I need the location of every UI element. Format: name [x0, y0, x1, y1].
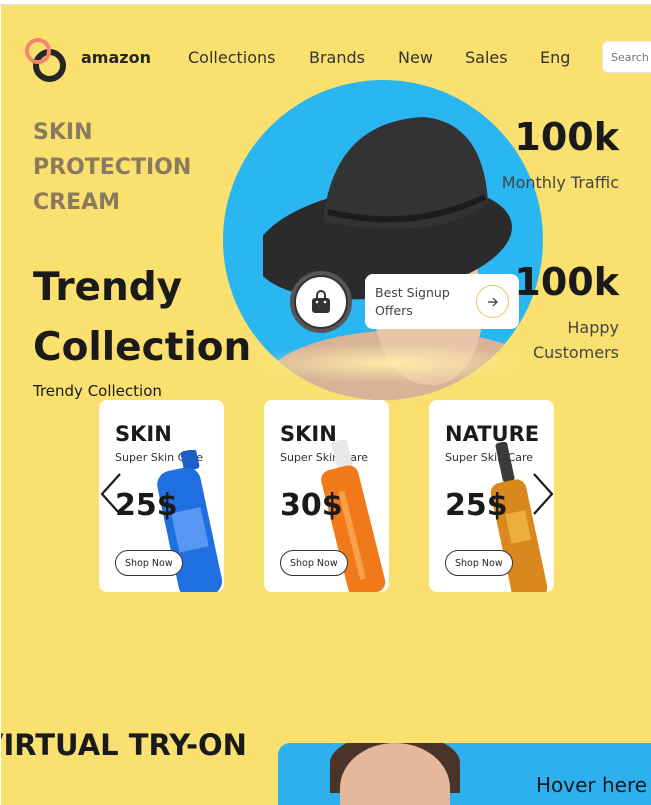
stat-monthly-traffic-value: 100k	[514, 115, 619, 159]
cart-button[interactable]	[290, 271, 352, 333]
stat-monthly-traffic-label: Monthly Traffic	[501, 173, 619, 192]
signup-offer-text: Best Signup Offers	[375, 285, 450, 318]
nav-language[interactable]: Eng	[540, 48, 570, 67]
signup-offer-card[interactable]: Best Signup Offers	[365, 274, 519, 329]
nav-sales[interactable]: Sales	[465, 48, 508, 67]
shopping-bag-icon	[312, 290, 330, 313]
landing-page: amazon Collections Brands New Sales Eng …	[1, 5, 651, 805]
product-card[interactable]: SKIN Super Skin Care 30$ Shop Now	[264, 400, 389, 592]
shop-now-button[interactable]: Shop Now	[445, 550, 513, 576]
product-price: 30$	[280, 488, 343, 523]
hero-glow	[249, 343, 529, 383]
nav-new[interactable]: New	[398, 48, 433, 67]
hero-subtitle: Trendy Collection	[33, 382, 162, 400]
product-card[interactable]: NATURE Super Skin Care 25$ Shop Now	[429, 400, 554, 592]
stat-happy-customers-label: Happy Customers	[532, 318, 619, 362]
product-price: 25$	[115, 488, 178, 523]
shop-now-button[interactable]: Shop Now	[280, 550, 348, 576]
hover-hint: Hover here	[536, 773, 648, 797]
virtual-tryon-title: VIRTUAL TRY-ON	[1, 728, 247, 762]
product-price: 25$	[445, 488, 508, 523]
brand-name[interactable]: amazon	[81, 48, 151, 67]
search-input[interactable]	[602, 41, 651, 73]
cart-button-inner	[296, 277, 346, 327]
nav-collections[interactable]: Collections	[188, 48, 275, 67]
offer-arrow-button[interactable]	[476, 285, 509, 318]
model-hat	[263, 117, 512, 300]
product-card[interactable]: SKIN Super Skin Care 25$ Shop Now	[99, 400, 224, 592]
nav-brands[interactable]: Brands	[309, 48, 365, 67]
hero-tagline: SKIN PROTECTION CREAM	[33, 120, 192, 215]
logo[interactable]	[25, 38, 69, 84]
product-name: SKIN	[115, 422, 172, 446]
logo-accent-ring	[25, 38, 51, 64]
shop-now-button[interactable]: Shop Now	[115, 550, 183, 576]
arrow-right-icon	[487, 297, 498, 306]
virtual-tryon-panel[interactable]: Hover here	[278, 743, 651, 805]
stat-happy-customers-value: 100k	[514, 260, 619, 304]
